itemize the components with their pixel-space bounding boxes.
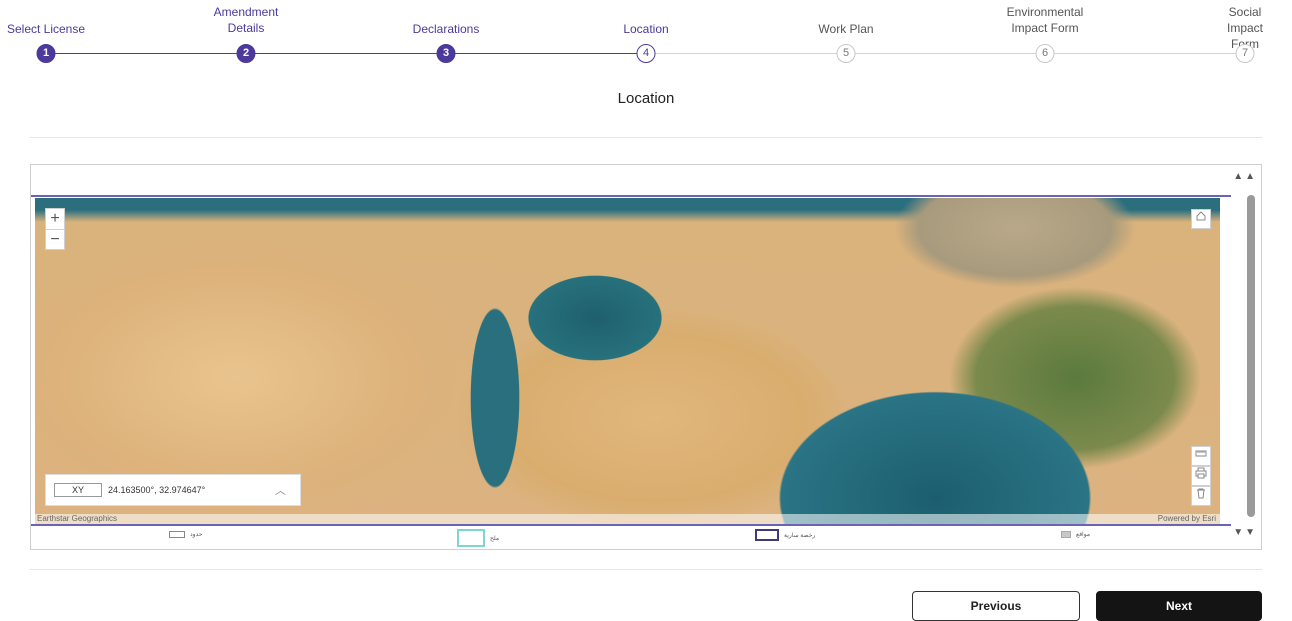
scroll-down-arrows[interactable]: ▼▼	[1233, 527, 1257, 538]
step-circle-7[interactable]: 7	[1235, 44, 1255, 63]
step-circle-4[interactable]: 4	[636, 44, 656, 63]
previous-button[interactable]: Previous	[912, 591, 1080, 621]
map-divider	[31, 524, 1231, 526]
step-label-work-plan[interactable]: Work Plan	[818, 21, 873, 37]
step-circle-2[interactable]: 2	[236, 44, 256, 63]
step-label-select-license[interactable]: Select License	[7, 21, 85, 37]
stepper-line-complete	[46, 53, 646, 54]
chevron-up-icon[interactable]: ︿	[275, 482, 286, 498]
step-label-location[interactable]: Location	[623, 21, 668, 37]
zoom-in-button[interactable]: +	[46, 209, 64, 229]
attribution-source: Earthstar Geographics	[37, 514, 118, 523]
legend-label: ملح	[490, 535, 500, 542]
step-label-environmental-impact[interactable]: Environmental Impact Form	[1007, 4, 1084, 36]
legend-label: مواقع	[1076, 532, 1091, 538]
legend-swatch	[755, 529, 779, 541]
coordinate-value: 24.163500°, 32.974647°	[108, 485, 206, 495]
coordinate-readout: XY 24.163500°, 32.974647° ︿	[45, 474, 301, 506]
legend-swatch	[169, 531, 185, 538]
step-circle-3[interactable]: 3	[436, 44, 456, 63]
page-title: Location	[617, 90, 675, 107]
divider-top	[30, 137, 1262, 138]
coordinate-format-select[interactable]: XY	[54, 483, 102, 497]
legend-item: رخصة سارية	[755, 529, 815, 541]
step-circle-6[interactable]: 6	[1035, 44, 1055, 63]
legend-label: رخصة سارية	[784, 532, 816, 539]
map-toolbar	[31, 165, 1231, 197]
step-label-declarations[interactable]: Declarations	[413, 21, 480, 37]
map-legend: حدود ملح رخصة سارية مواقع	[31, 527, 1231, 549]
print-icon[interactable]	[1191, 466, 1211, 486]
zoom-out-button[interactable]: −	[46, 229, 64, 249]
next-button[interactable]: Next	[1096, 591, 1262, 621]
attribution-powered-by[interactable]: Powered by Esri	[1158, 514, 1216, 524]
vertical-scrollbar[interactable]	[1247, 195, 1255, 517]
legend-swatch	[457, 529, 485, 547]
legend-item: مواقع	[1061, 531, 1090, 538]
progress-stepper: Select License Amendment Details Declara…	[0, 0, 1292, 72]
home-icon[interactable]	[1191, 209, 1211, 229]
step-circle-5[interactable]: 5	[836, 44, 856, 63]
measure-icon[interactable]	[1191, 446, 1211, 466]
step-circle-1[interactable]: 1	[36, 44, 56, 63]
legend-item: ملح	[457, 529, 499, 547]
legend-swatch	[1061, 531, 1071, 538]
stepper-line-pending	[646, 53, 1246, 54]
map-attribution: Earthstar Geographics Powered by Esri	[35, 514, 1220, 524]
divider-bottom	[30, 569, 1262, 570]
legend-label: حدود	[190, 532, 203, 538]
trash-icon[interactable]	[1191, 486, 1211, 506]
map-panel: + − XY 24.163500°, 32.974647° ︿ Earthsta…	[30, 164, 1262, 550]
scroll-up-arrows[interactable]: ▲▲	[1233, 171, 1257, 182]
zoom-control: + −	[45, 208, 65, 250]
legend-item: حدود	[169, 531, 202, 538]
step-label-amendment-details[interactable]: Amendment Details	[214, 4, 279, 36]
satellite-map[interactable]: + − XY 24.163500°, 32.974647° ︿ Earthsta…	[35, 198, 1220, 524]
